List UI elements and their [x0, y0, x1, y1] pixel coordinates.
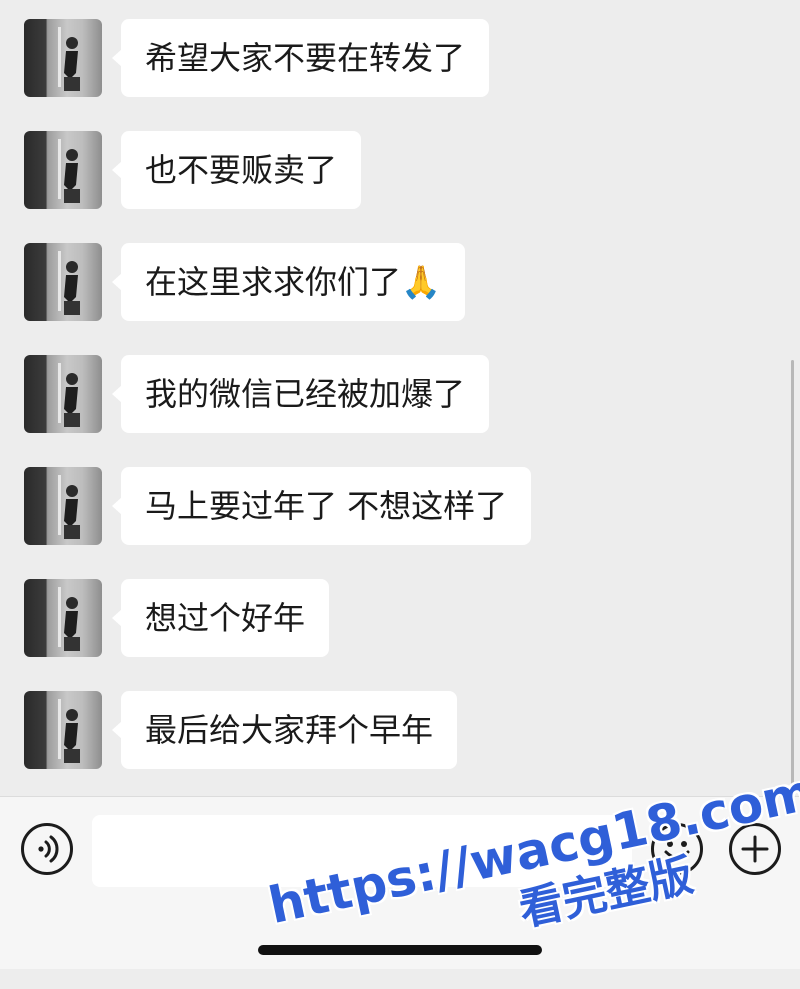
chat-message: 我的微信已经被加爆了	[24, 355, 724, 435]
message-bubble[interactable]: 马上要过年了 不想这样了	[111, 467, 532, 545]
avatar[interactable]	[24, 19, 102, 97]
chat-message: 马上要过年了 不想这样了	[24, 467, 724, 547]
avatar[interactable]	[24, 579, 102, 657]
message-bubble[interactable]: 也不要贩卖了	[111, 131, 362, 209]
avatar[interactable]	[24, 691, 102, 769]
avatar[interactable]	[24, 131, 102, 209]
message-bubble[interactable]: 最后给大家拜个早年	[111, 691, 458, 769]
chat-message: 希望大家不要在转发了	[24, 19, 724, 99]
scrollbar[interactable]	[791, 360, 794, 800]
chat-message: 在这里求求你们了🙏	[24, 243, 724, 323]
avatar[interactable]	[24, 243, 102, 321]
chat-message: 最后给大家拜个早年	[24, 691, 724, 771]
avatar[interactable]	[24, 355, 102, 433]
chat-message: 也不要贩卖了	[24, 131, 724, 211]
message-bubble[interactable]: 在这里求求你们了🙏	[112, 243, 465, 321]
chat-message: 想过个好年	[24, 579, 724, 659]
message-bubble[interactable]: 我的微信已经被加爆了	[111, 355, 490, 433]
avatar[interactable]	[24, 467, 102, 545]
voice-button[interactable]	[21, 823, 73, 875]
message-bubble[interactable]: 想过个好年	[111, 579, 330, 657]
chat-message-list[interactable]: 希望大家不要在转发了 也不要贩卖了 在这里求求你们了🙏 我的微信已经被加爆了 马…	[0, 0, 800, 800]
message-bubble[interactable]: 希望大家不要在转发了	[111, 19, 490, 97]
